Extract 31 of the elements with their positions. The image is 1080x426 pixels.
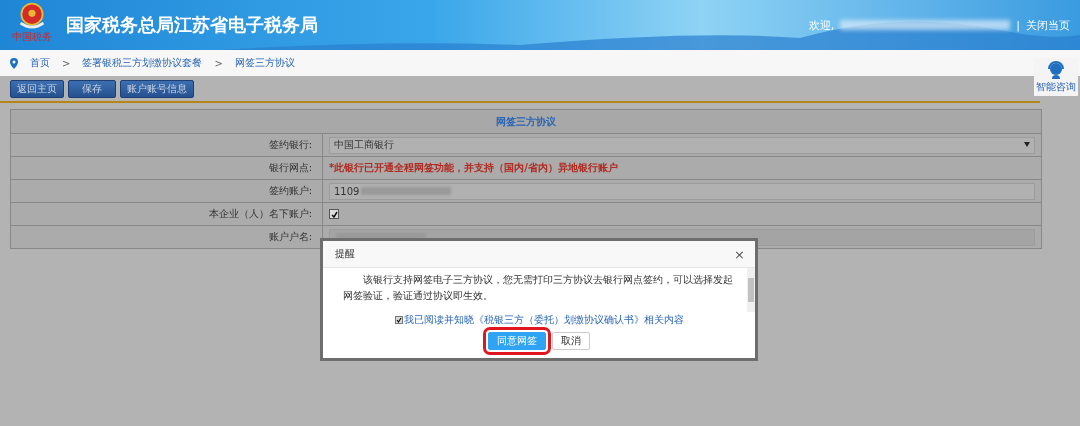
dialog-title: 提醒 — [335, 247, 355, 261]
field-label: 签约银行: — [11, 134, 323, 156]
field-label: 本企业（人）名下账户: — [11, 203, 323, 225]
bank-select[interactable]: 中国工商银行 — [329, 136, 1035, 154]
site-title: 国家税务总局江苏省电子税务局 — [66, 13, 318, 37]
toolbar-button[interactable]: 返回主页 — [10, 80, 64, 98]
cancel-button[interactable]: 取消 — [552, 332, 590, 350]
dialog-message: 该银行支持网签电子三方协议，您无需打印三方协议去银行网点签约，可以选择发起网签验证，验证通过协议即生效。 — [343, 273, 734, 303]
agreement-link[interactable]: 我已阅读并知晓《税银三方（委托）划缴协议确认书》相关内容 — [403, 313, 684, 327]
close-button[interactable]: × — [734, 245, 745, 263]
toolbar-button[interactable]: 账户账号信息 — [120, 80, 194, 98]
emblem-icon — [17, 1, 47, 31]
breadcrumb-link[interactable]: 首页 — [30, 56, 50, 70]
field-label: 银行网点: — [11, 157, 323, 179]
breadcrumb-separator: > — [62, 57, 71, 69]
checkbox[interactable] — [329, 209, 339, 219]
field-label: 签约账户: — [11, 180, 323, 202]
scrollbar[interactable] — [747, 268, 755, 312]
dropdown-caret-icon — [1024, 142, 1030, 147]
welcome-text: 欢迎, — [808, 17, 835, 33]
separator: | — [1016, 18, 1020, 32]
logo-caption: 中国税务 — [12, 31, 52, 42]
account-input[interactable]: 1109 — [329, 182, 1035, 200]
breadcrumb-separator: > — [214, 57, 223, 69]
location-pin-icon — [10, 57, 18, 69]
agree-checkbox[interactable] — [394, 316, 403, 324]
breadcrumb-link[interactable]: 网签三方协议 — [234, 56, 295, 70]
headset-agent-icon[interactable] — [1046, 60, 1066, 80]
breadcrumb-link[interactable]: 签署银税三方划缴协议套餐 — [82, 56, 203, 70]
toolbar-button[interactable]: 保存 — [68, 80, 116, 98]
notice-text: *此银行已开通全程网签功能，并支持（国内/省内）异地银行账户 — [329, 161, 618, 175]
